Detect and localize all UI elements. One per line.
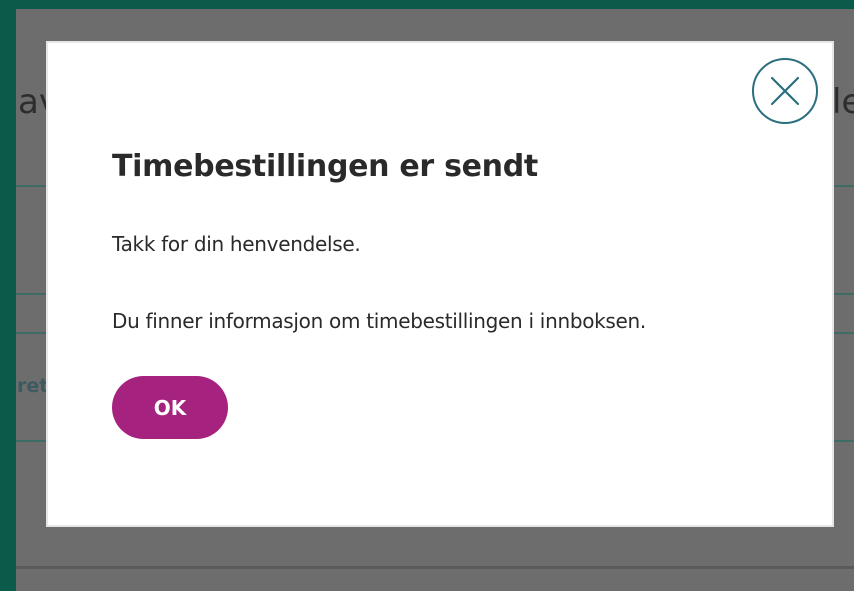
- background-heading-fragment-right: le: [832, 82, 854, 122]
- close-button[interactable]: [752, 58, 818, 124]
- ok-button[interactable]: OK: [112, 376, 228, 439]
- background-row-fragment: ret: [17, 375, 49, 397]
- dialog-message-thanks: Takk for din henvendelse.: [112, 232, 361, 256]
- background-bottom-divider: [16, 566, 854, 569]
- confirmation-dialog: Timebestillingen er sendt Takk for din h…: [46, 41, 834, 527]
- dialog-title: Timebestillingen er sendt: [112, 149, 538, 184]
- dialog-message-info: Du finner informasjon om timebestillinge…: [112, 309, 646, 333]
- close-icon: [770, 76, 800, 106]
